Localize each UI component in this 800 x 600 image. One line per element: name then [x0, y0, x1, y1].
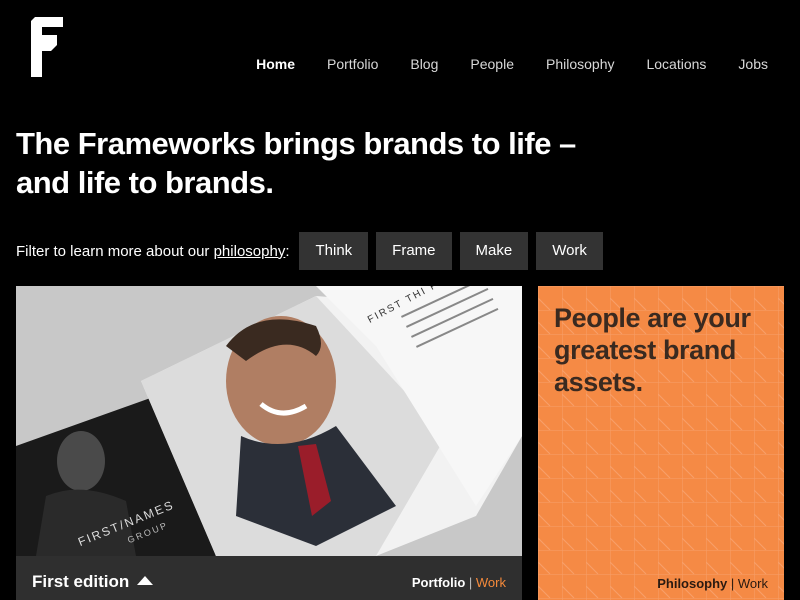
filter-suffix: : — [285, 242, 290, 260]
philosophy-card-tags: Philosophy | Work — [657, 576, 768, 591]
nav-portfolio[interactable]: Portfolio — [327, 56, 378, 72]
headline-line-2: and life to brands. — [16, 165, 274, 200]
card-title[interactable]: First edition — [32, 572, 154, 592]
tag-separator: | — [727, 576, 738, 591]
nav-locations[interactable]: Locations — [646, 56, 706, 72]
philosophy-link[interactable]: philosophy — [214, 243, 286, 260]
triangle-up-icon[interactable] — [137, 576, 154, 585]
tag-separator: | — [465, 575, 476, 590]
frameworks-logo-icon[interactable] — [31, 17, 63, 77]
filter-prefix: Filter to learn more about our — [16, 242, 214, 260]
tag-philosophy[interactable]: Philosophy — [657, 576, 727, 591]
nav-jobs[interactable]: Jobs — [738, 56, 768, 72]
nav-home[interactable]: Home — [256, 56, 295, 72]
portfolio-card[interactable]: FIRST THI FIRST FIRST/NAMES GROUP First … — [16, 286, 522, 600]
card-title-text: First edition — [32, 572, 130, 591]
filter-bar: Filter to learn more about our philosoph… — [16, 232, 611, 270]
headline-line-1: The Frameworks brings brands to life – — [16, 126, 576, 161]
nav-people[interactable]: People — [470, 56, 514, 72]
people-headline: People are your greatest brand assets. — [554, 303, 751, 397]
card-tags: Portfolio | Work — [412, 575, 506, 590]
brochure-photo — [16, 286, 522, 556]
tag-work[interactable]: Work — [738, 576, 768, 591]
filter-work-button[interactable]: Work — [536, 232, 603, 270]
main-nav: Home Portfolio Blog People Philosophy Lo… — [224, 56, 768, 72]
nav-philosophy[interactable]: Philosophy — [546, 56, 615, 72]
nav-blog[interactable]: Blog — [410, 56, 438, 72]
tag-portfolio[interactable]: Portfolio — [412, 575, 465, 590]
tag-work[interactable]: Work — [476, 575, 506, 590]
filter-label: Filter to learn more about our philosoph… — [16, 243, 289, 260]
philosophy-card[interactable]: People are your greatest brand assets. P… — [538, 286, 784, 600]
filter-think-button[interactable]: Think — [299, 232, 369, 270]
page-headline: The Frameworks brings brands to life – a… — [16, 124, 636, 202]
portfolio-card-bar: First edition Portfolio | Work — [16, 556, 522, 600]
filter-make-button[interactable]: Make — [459, 232, 529, 270]
filter-frame-button[interactable]: Frame — [376, 232, 452, 270]
